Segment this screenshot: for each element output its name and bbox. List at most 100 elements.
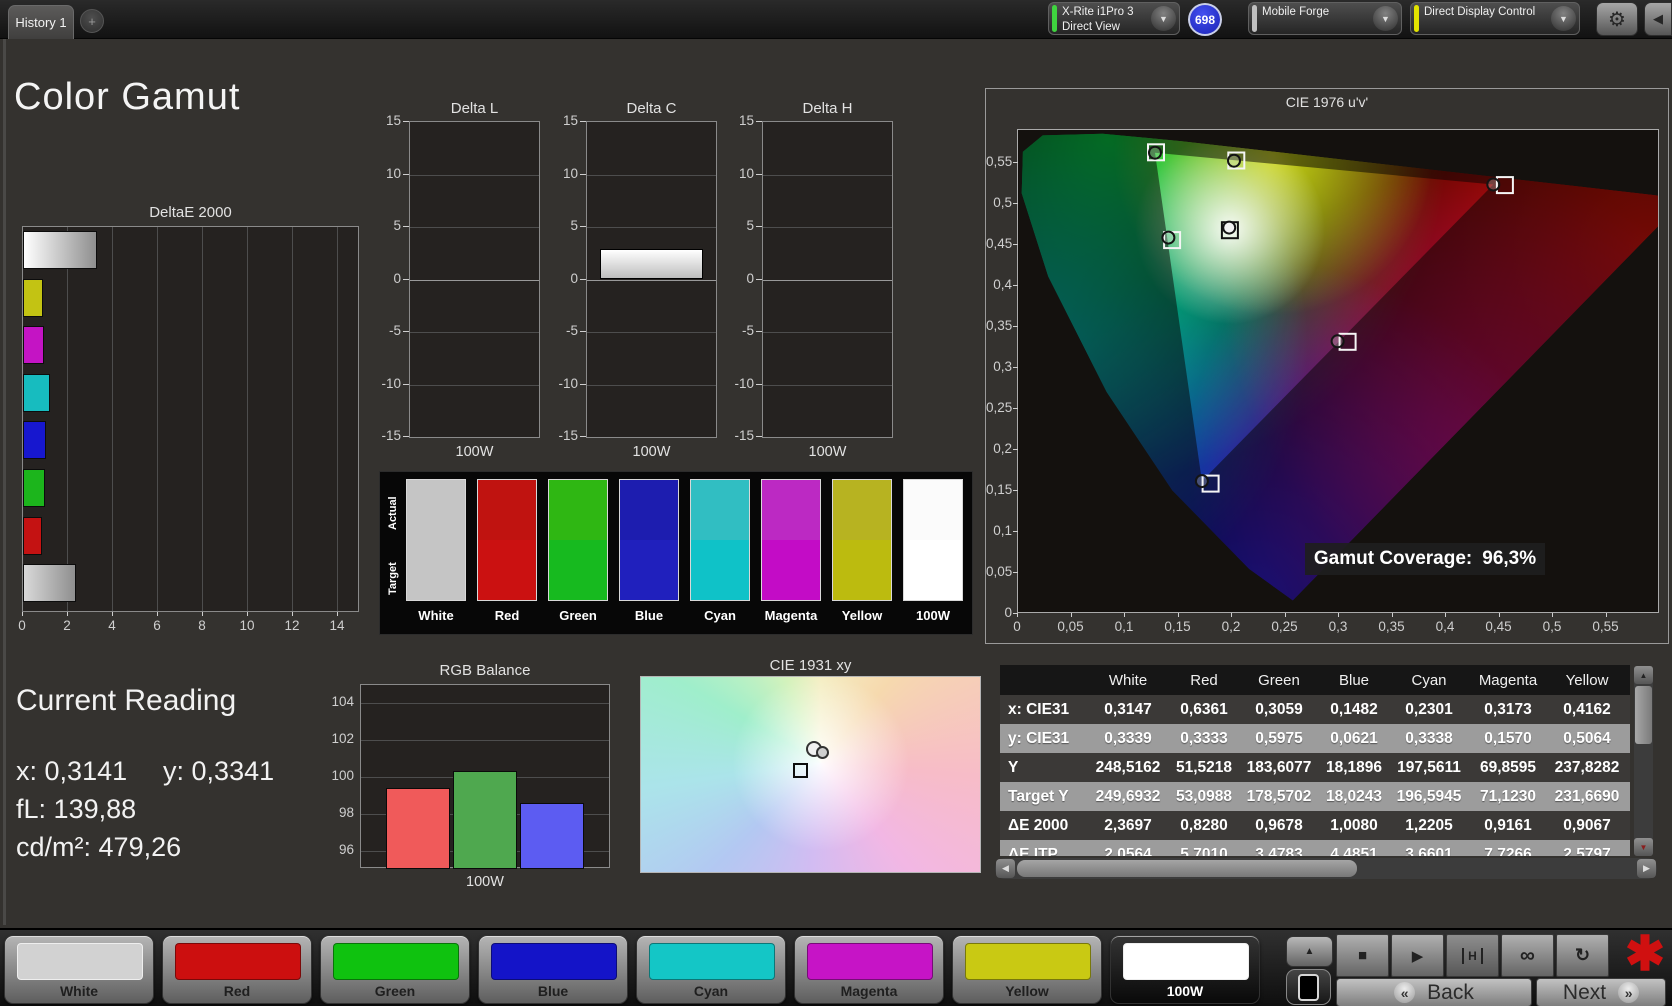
pattern-swatch-100w [1123, 943, 1249, 980]
tick-mark [1070, 613, 1072, 617]
add-tab-button[interactable]: + [80, 9, 104, 33]
x-tick-label: 4 [108, 618, 116, 633]
actual-swatch-red [477, 479, 537, 540]
y-tick-label: 10 [562, 165, 578, 181]
refresh-button[interactable]: ↻ [1556, 934, 1609, 977]
y-tick-label: 96 [338, 841, 354, 857]
measurement-table: White Red Green Blue Cyan Magenta Yellow x: CIE… [1000, 665, 1632, 856]
rgb-bar-red [386, 788, 450, 869]
pattern-window-toggle[interactable] [1286, 969, 1331, 1005]
pattern-button-magenta[interactable]: Magenta [794, 935, 944, 1004]
gridline [410, 279, 539, 281]
cie1976-uv-chart: CIE 1976 u'v' 0,55 0,5 0,45 0,4 0,35 0,3 0,25 0,… [985, 88, 1669, 644]
actual-row-label: Actual [387, 496, 399, 530]
gridline [67, 227, 68, 611]
tick-mark [580, 121, 586, 122]
target-row-label: Target [387, 562, 399, 596]
delta-lch-charts: Delta L 15 10 5 0 -5 -10 -15 100W Delta C 15 10 5 0 -5… [373, 100, 973, 465]
pattern-button-red[interactable]: Red [162, 935, 312, 1004]
pattern-button-green[interactable]: Green [320, 935, 470, 1004]
table-row-2: y: CIE31 0,3339 0,3333 0,5975 0,0621 0,3338 0,… [1000, 724, 1630, 753]
scroll-down-button[interactable]: ▼ [1634, 838, 1653, 856]
tick-mark [1552, 613, 1553, 617]
table-header-row: White Red Green Blue Cyan Magenta Yellow [1000, 665, 1630, 695]
collapse-panel-button[interactable]: ◀ [1644, 2, 1672, 36]
tick-mark [1013, 490, 1018, 491]
pattern-label: Cyan [693, 983, 729, 999]
chart-title: Delta L [450, 100, 499, 117]
pattern-label: Green [374, 983, 416, 999]
tick-mark [403, 173, 409, 175]
vertical-scrollbar-thumb[interactable] [1635, 686, 1652, 744]
meter-dropdown[interactable]: X-Rite i1Pro 3 Direct View ▼ [1048, 2, 1180, 35]
table-vertical-scrollbar[interactable]: ▲ ▼ [1634, 666, 1653, 856]
y-tick-label: -10 [734, 375, 754, 391]
swatch-label: Magenta [764, 608, 818, 623]
pattern-button-blue[interactable]: Blue [478, 935, 628, 1004]
y-tick-label: 0,25 [986, 400, 1013, 415]
y-tick-label: -10 [381, 375, 401, 391]
tick-mark [112, 612, 113, 616]
tab-history-1[interactable]: History 1 [8, 5, 74, 39]
gridline [587, 384, 716, 386]
pattern-button-100w[interactable]: 100W [1110, 935, 1260, 1004]
tick-mark [1284, 613, 1286, 617]
tick-mark [1013, 162, 1018, 163]
pattern-swatch-magenta [807, 943, 933, 980]
y-tick-label: 0,3 [993, 359, 1012, 374]
x-tick-label: 0,05 [1057, 619, 1084, 634]
tick-mark [1013, 531, 1018, 532]
gridline [763, 227, 892, 228]
pattern-swatch-red [175, 943, 301, 980]
deltae-bar-current [23, 231, 98, 269]
fit-pattern-button[interactable]: H [1446, 934, 1499, 977]
chevron-down-icon[interactable]: ▼ [1373, 6, 1398, 31]
rgb-balance-plot [360, 684, 610, 869]
source-dropdown[interactable]: Mobile Forge ▼ [1248, 2, 1402, 35]
pattern-up-button[interactable]: ▲ [1286, 936, 1333, 967]
play-button[interactable]: ▶ [1391, 934, 1444, 977]
scroll-right-button[interactable]: ▶ [1637, 859, 1656, 878]
chevron-down-icon[interactable]: ▼ [1551, 6, 1576, 31]
measured-marker-magenta [1330, 334, 1345, 349]
measured-marker-blue [1194, 474, 1209, 489]
infinity-icon: ∞ [1520, 943, 1535, 967]
alert-asterisk-icon[interactable]: ✱ [1618, 928, 1672, 981]
scroll-left-button[interactable]: ◀ [996, 859, 1015, 878]
horizontal-scrollbar-thumb[interactable] [1017, 860, 1357, 877]
rgb-bar-blue [520, 802, 584, 869]
gridline [292, 227, 293, 611]
pattern-button-white[interactable]: White [4, 935, 154, 1004]
x-tick-label: 0,4 [1435, 619, 1455, 634]
stop-button[interactable]: ■ [1336, 934, 1389, 977]
chart-title: DeltaE 2000 [149, 204, 232, 221]
y-tick-label: 100 [331, 768, 354, 783]
pattern-button-yellow[interactable]: Yellow [952, 935, 1102, 1004]
x-tick-label: 0,3 [1328, 619, 1348, 634]
back-button[interactable]: « Back [1336, 978, 1532, 1006]
measured-marker-white [816, 746, 830, 760]
measured-marker-yellow [1227, 153, 1241, 168]
y-tick-label: 0,05 [986, 564, 1013, 579]
gridline [763, 174, 892, 176]
current-reading-panel: Current Reading x: 0,3141 y: 0,3341 fL: … [16, 684, 326, 884]
pattern-swatch-blue [491, 943, 617, 980]
x-tick-label: 0,5 [1542, 619, 1562, 634]
scroll-up-button[interactable]: ▲ [1634, 666, 1653, 684]
target-swatch-red [477, 540, 537, 601]
pattern-button-cyan[interactable]: Cyan [636, 935, 786, 1004]
table-row-1: x: CIE31 0,3147 0,6361 0,3059 0,1482 0,2301 0,… [1000, 695, 1630, 724]
tick-mark [580, 226, 586, 227]
y-tick-label: 0,1 [993, 523, 1012, 538]
pattern-swatch-green [333, 943, 459, 980]
table-horizontal-scrollbar[interactable]: ◀ ▶ [995, 858, 1657, 879]
settings-gear-button[interactable]: ⚙ [1596, 2, 1638, 36]
workflow-dropdown[interactable]: Direct Display Control ▼ [1410, 2, 1580, 35]
next-button[interactable]: Next » [1536, 978, 1666, 1006]
swatch-label: Yellow [841, 608, 883, 623]
x-category-label: 100W [808, 444, 847, 460]
loop-button[interactable]: ∞ [1501, 934, 1554, 977]
rgb-bar-green [453, 771, 517, 869]
tick-mark [756, 436, 762, 437]
chevron-down-icon[interactable]: ▼ [1151, 6, 1176, 31]
